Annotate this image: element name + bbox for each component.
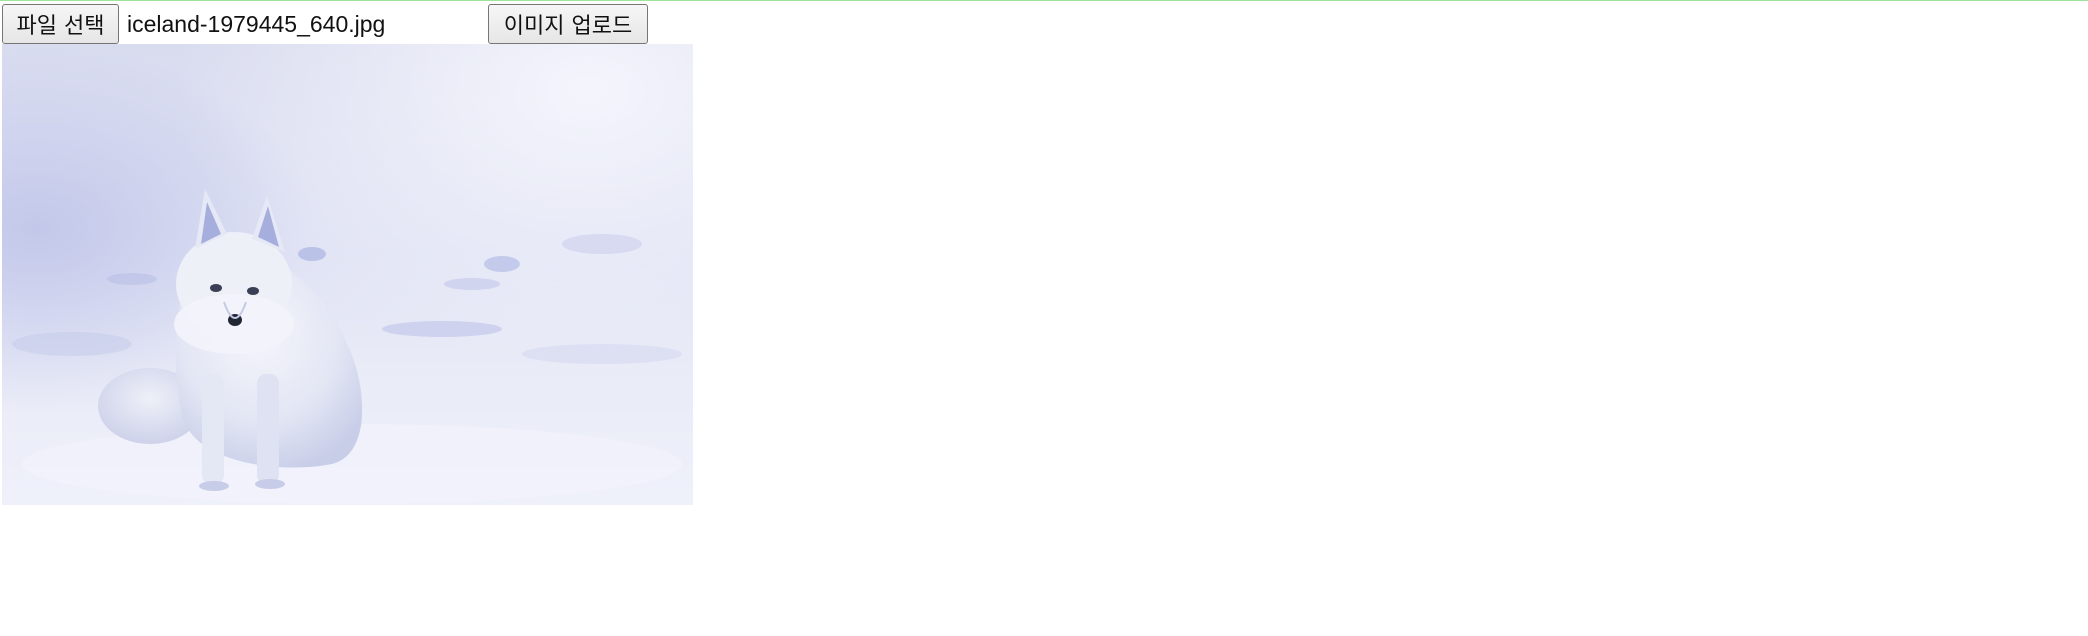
upload-image-button[interactable]: 이미지 업로드 <box>488 4 648 44</box>
arctic-fox-photo <box>2 44 693 505</box>
choose-file-button[interactable]: 파일 선택 <box>2 4 119 44</box>
selected-file-name: iceland-1979445_640.jpg <box>127 10 386 37</box>
top-border <box>0 0 2088 1</box>
upload-toolbar: 파일 선택 iceland-1979445_640.jpg 이미지 업로드 <box>2 4 648 44</box>
image-preview <box>2 44 693 505</box>
